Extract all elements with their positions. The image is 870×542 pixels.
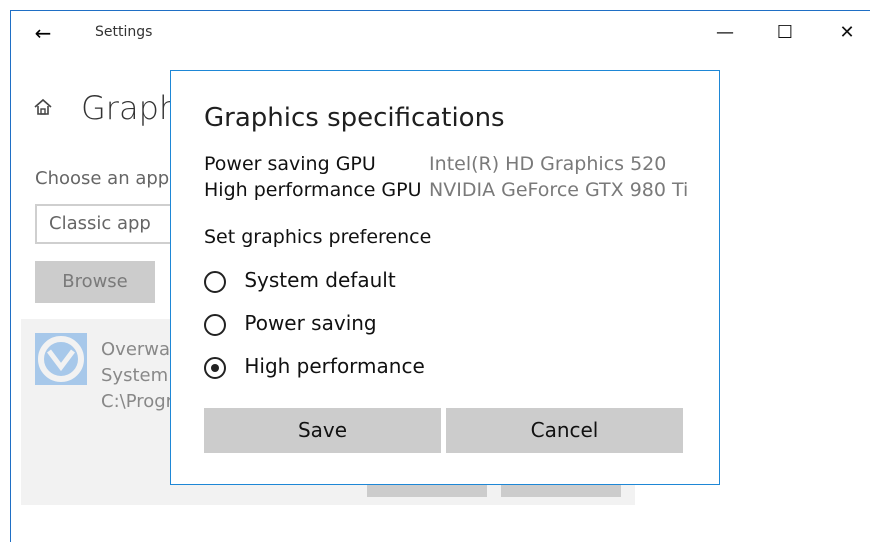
window-title: Settings [95,24,153,40]
graphics-preference-label: Set graphics preference [204,226,432,248]
high-performance-gpu-value: NVIDIA GeForce GTX 980 Ti [429,179,689,201]
minimize-icon[interactable]: — [711,19,739,47]
cancel-button[interactable]: Cancel [446,408,683,453]
close-icon[interactable]: ✕ [833,19,861,47]
graphics-specifications-dialog: Graphics specifications Power saving GPU… [170,70,720,485]
home-icon [34,98,52,115]
radio-selected-icon[interactable] [204,356,226,379]
choose-app-label: Choose an app [35,168,170,189]
dialog-title: Graphics specifications [204,103,505,133]
high-performance-label: High performance [244,354,425,378]
browse-button[interactable]: Browse [35,261,155,303]
page-heading: Graph [81,89,180,127]
save-button[interactable]: Save [204,408,441,453]
app-type: System [101,365,169,386]
back-arrow-icon[interactable]: ← [31,21,55,45]
title-bar: ← Settings — ☐ ✕ [11,11,870,55]
high-performance-gpu-row: High performance GPU NVIDIA GeForce GTX … [204,179,688,201]
radio-circle-icon[interactable] [204,270,226,293]
app-path: C:\Progr [101,391,174,412]
high-performance-gpu-label: High performance GPU [204,179,422,201]
maximize-icon[interactable]: ☐ [771,19,799,47]
system-default-radio[interactable]: System default [204,268,396,293]
radio-circle-icon[interactable] [204,313,226,336]
power-saving-gpu-row: Power saving GPU Intel(R) HD Graphics 52… [204,153,666,175]
high-performance-radio[interactable]: High performance [204,354,425,379]
background-button-1 [367,483,487,497]
app-name: Overwat [101,339,178,360]
overwatch-app-icon [35,333,87,385]
app-info: Overwat System C:\Progr [101,337,177,415]
background-button-2 [501,483,621,497]
power-saving-label: Power saving [244,311,377,335]
power-saving-gpu-value: Intel(R) HD Graphics 520 [429,153,667,175]
app-type-select[interactable]: Classic app [35,204,185,244]
system-default-label: System default [244,268,396,292]
power-saving-radio[interactable]: Power saving [204,311,377,336]
power-saving-gpu-label: Power saving GPU [204,153,376,175]
